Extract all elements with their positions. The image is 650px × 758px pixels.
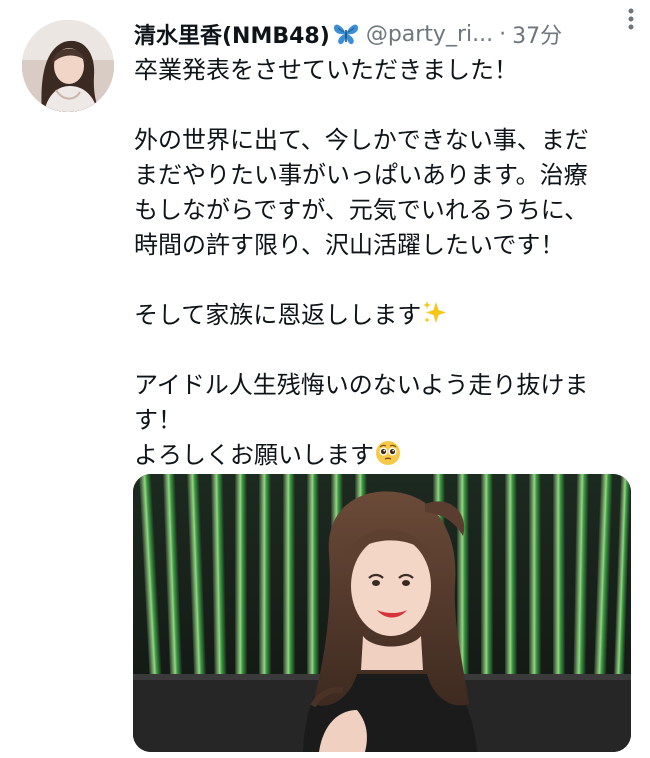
tweet-line: 時間の許す限り、沢山活躍したいです！ [134, 231, 565, 259]
tweet-line-text: そして家族に恩返しします [134, 301, 422, 329]
tweet-photo[interactable] [133, 474, 631, 752]
pleading-face-emoji [374, 439, 402, 477]
tweet-line-with-emoji: そして家族に恩返しします [134, 298, 634, 333]
more-vertical-icon[interactable] [616, 4, 646, 34]
tweet[interactable]: 清水里香(NMB48) @party_ri... · 37分 卒業発表をさせてい… [0, 0, 650, 758]
handle[interactable]: @party_ri... [366, 22, 493, 47]
sparkles-emoji [421, 299, 449, 337]
tweet-line: もしながらですが、元気でいれるうちに、 [134, 196, 589, 224]
display-name[interactable]: 清水里香(NMB48) [134, 18, 330, 50]
tweet-line: 卒業発表をさせていただきました！ [134, 56, 518, 84]
tweet-header: 清水里香(NMB48) @party_ri... · 37分 [134, 14, 634, 54]
tweet-line-with-emoji: よろしくお願いします [134, 438, 634, 473]
butterfly-icon [332, 22, 360, 46]
tweet-line: 外の世界に出て、今しかできない事、まだ [134, 126, 589, 154]
timestamp[interactable]: 37分 [512, 18, 562, 50]
tweet-line-text: よろしくお願いします [134, 441, 374, 469]
tweet-line: アイドル人生残悔いのないよう走り抜けま [134, 371, 589, 399]
avatar[interactable] [22, 20, 114, 112]
tweet-line: す！ [134, 406, 182, 434]
tweet-line: まだやりたい事がいっぱいあります。治療 [134, 161, 588, 189]
separator-dot: · [499, 21, 507, 47]
tweet-text: 卒業発表をさせていただきました！ 外の世界に出て、今しかできない事、まだ まだや… [134, 53, 634, 473]
